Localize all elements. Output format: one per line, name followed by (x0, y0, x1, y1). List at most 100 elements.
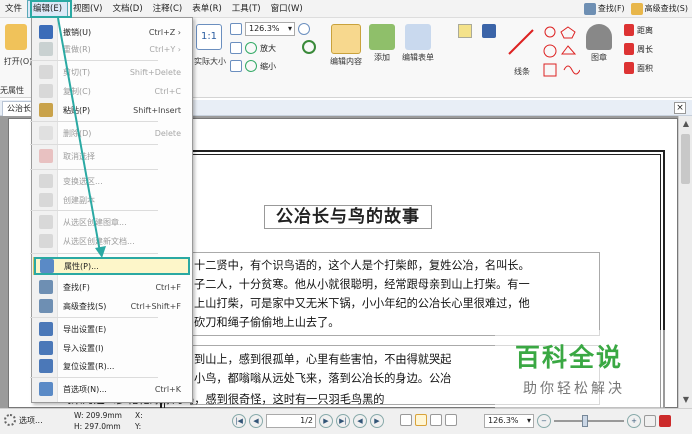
menu-separator (30, 121, 158, 122)
vertical-scrollbar[interactable]: ▲ ▼ (678, 116, 692, 408)
area-button[interactable]: 面积 (624, 62, 653, 74)
menu-item-shortcut: Ctrl+K (154, 384, 181, 394)
menu-file[interactable]: 文件 (0, 0, 27, 18)
zoom-fit-icon[interactable] (230, 23, 242, 35)
menu-item-label: 创建副本 (63, 195, 95, 205)
continuous-page-icon[interactable] (415, 414, 427, 426)
open-button[interactable] (2, 24, 30, 52)
stamp-button[interactable]: 图章 (584, 24, 614, 63)
area-label: 面积 (637, 63, 653, 73)
zoom-in-button[interactable]: 放大 (230, 42, 276, 54)
perimeter-button[interactable]: 周长 (624, 43, 653, 55)
first-page-icon[interactable]: |◀ (232, 414, 246, 428)
edit-menu-item[interactable]: 粘贴(P) Shift+Insert (33, 101, 189, 119)
advanced-find-button[interactable]: 高级查找(S) (630, 1, 688, 17)
zoom-out-button[interactable]: 缩小 (230, 60, 276, 72)
edit-form-icon (405, 24, 431, 50)
close-icon[interactable]: × (674, 102, 686, 114)
menu-comment[interactable]: 注释(C) (148, 0, 188, 18)
edit-menu-item[interactable]: 高级查找(S) Ctrl+Shift+F (33, 297, 189, 315)
edit-menu-item[interactable]: 导出设置(E) (33, 320, 189, 338)
distance-button[interactable]: 距离 (624, 24, 653, 36)
stamp-from-selection-icon (39, 215, 53, 229)
edit-form-button[interactable]: 编辑表单 (400, 24, 436, 63)
menu-item-label: 取消选择 (63, 151, 95, 161)
watermark: 百科全说 助你轻松解决 (495, 330, 665, 408)
preferences-icon (39, 382, 53, 396)
edit-menu-item[interactable]: 复位设置(R)... (33, 357, 189, 375)
edit-menu-item: 创建副本 (33, 191, 189, 209)
prev-page-icon[interactable]: ◀ (249, 414, 263, 428)
gear-icon (4, 414, 16, 426)
menu-bar: 文件 编辑(E) 视图(V) 文档(D) 注释(C) 表单(R) 工具(T) 窗… (0, 0, 692, 18)
edit-menu-item: 剪切(T) Shift+Delete (33, 63, 189, 81)
edit-menu-item[interactable]: 导入设置(I) (33, 339, 189, 357)
menu-separator (30, 144, 158, 145)
status-zoom-combo[interactable]: 126.3% (484, 414, 534, 428)
stamp-icon (586, 24, 612, 50)
options-button[interactable]: 选项... (4, 414, 43, 426)
zoom-slider[interactable] (554, 415, 624, 427)
line-tool-icon[interactable] (506, 28, 536, 58)
menu-view[interactable]: 视图(V) (68, 0, 107, 18)
menu-document[interactable]: 文档(D) (107, 0, 147, 18)
pen-icon[interactable] (482, 24, 498, 38)
pdf-icon[interactable] (659, 415, 671, 427)
edit-menu-item: 复制(C) Ctrl+C (33, 82, 189, 100)
edit-menu-item[interactable]: 首选项(N)... Ctrl+K (33, 380, 189, 398)
menu-separator (30, 169, 158, 170)
zoom-status-group: 126.3% − + (484, 414, 671, 428)
properties-highlight (34, 257, 190, 275)
expand-icon[interactable] (644, 415, 656, 427)
facing-page-icon[interactable] (430, 414, 442, 426)
paste-icon (39, 103, 53, 117)
menu-form[interactable]: 表单(R) (187, 0, 227, 18)
zoom-search-icon[interactable] (298, 23, 310, 35)
single-page-icon[interactable] (400, 414, 412, 426)
scroll-down-icon[interactable]: ▼ (680, 394, 692, 406)
continuous-facing-icon[interactable] (445, 414, 457, 426)
x-readout: X: (135, 411, 143, 420)
reset-settings-icon (39, 359, 53, 373)
minus-circle-icon (245, 60, 257, 72)
edit-menu-item[interactable]: 撤销(U) Ctrl+Z › (33, 23, 189, 41)
zoom-out-icon[interactable]: − (537, 414, 551, 428)
page-fit-icon (230, 60, 242, 72)
forward-icon[interactable]: ▶ (370, 414, 384, 428)
find-button[interactable]: 查找(F) (583, 1, 625, 17)
menu-separator (30, 210, 158, 211)
scroll-thumb[interactable] (681, 134, 690, 184)
menu-tools[interactable]: 工具(T) (227, 0, 266, 18)
zoom-slider-thumb[interactable] (582, 415, 588, 427)
text-tool-icon[interactable] (458, 24, 474, 38)
last-page-icon[interactable]: ▶| (336, 414, 350, 428)
scroll-up-icon[interactable]: ▲ (680, 118, 692, 130)
advanced-find-label: 高级查找(S) (644, 4, 688, 13)
y-readout: Y: (135, 422, 142, 431)
document-line-4: 砍刀和绳子偷偷地上山去了。 (194, 316, 340, 329)
zoom-in-status-icon[interactable]: + (627, 414, 641, 428)
menu-item-label: 撤销(U) (63, 27, 92, 37)
import-settings-icon (39, 341, 53, 355)
add-button[interactable]: 添加 (368, 24, 396, 63)
actual-size-icon[interactable]: 1:1 (196, 24, 222, 52)
shapes-group[interactable] (540, 24, 581, 82)
menu-window[interactable]: 窗口(W) (266, 0, 308, 18)
edit-menu-item: 删除(D) Delete (33, 124, 189, 142)
menu-item-shortcut: Ctrl+F (155, 282, 181, 292)
menu-item-label: 删除(D) (63, 128, 92, 138)
next-page-icon[interactable]: ▶ (319, 414, 333, 428)
folder-search-icon (630, 3, 643, 15)
document-line-5: 到山上，感到很孤单，心里有些害怕，不由得就哭起 (194, 353, 452, 366)
rotate-icon[interactable] (300, 40, 318, 54)
zoom-combo[interactable]: 126.3% (245, 22, 295, 36)
watermark-title: 百科全说 (515, 343, 624, 372)
document-title[interactable]: 公冶长与鸟的故事 (264, 205, 432, 229)
back-icon[interactable]: ◀ (353, 414, 367, 428)
add-label: 添加 (374, 53, 390, 62)
menu-item-shortcut: Shift+Delete (129, 67, 181, 77)
edit-menu-item[interactable]: 查找(F) Ctrl+F (33, 278, 189, 296)
edit-content-button[interactable]: 编辑内容 (328, 24, 364, 67)
deselect-icon (39, 149, 53, 163)
page-number-input[interactable]: 1/2 (266, 414, 316, 428)
